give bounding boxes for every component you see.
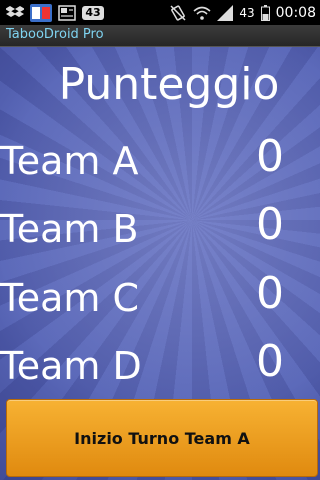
wifi-icon bbox=[193, 5, 211, 21]
app-title-bar: TabooDroid Pro bbox=[0, 25, 320, 47]
start-turn-label: Inizio Turno Team A bbox=[74, 428, 250, 448]
score-screen: Punteggio Team A 0 Team B 0 Team C 0 Tea… bbox=[0, 47, 320, 480]
notification-count-badge: 43 bbox=[82, 5, 104, 20]
signal-icon bbox=[217, 4, 234, 21]
news-icon bbox=[58, 4, 76, 21]
team-name: Team C bbox=[0, 276, 140, 320]
team-name: Team B bbox=[0, 207, 139, 251]
team-score: 0 bbox=[256, 131, 284, 182]
battery-level-text: 43 bbox=[239, 5, 255, 20]
team-row-c: Team C 0 bbox=[0, 268, 320, 336]
team-row-b: Team B 0 bbox=[0, 199, 320, 267]
team-row-d: Team D 0 bbox=[0, 336, 320, 404]
status-bar: 43 43 00:08 bbox=[0, 0, 320, 25]
vibrate-icon bbox=[169, 4, 187, 22]
team-name: Team D bbox=[0, 344, 142, 388]
team-score: 0 bbox=[256, 268, 284, 319]
start-turn-button[interactable]: Inizio Turno Team A bbox=[6, 399, 318, 477]
dropbox-icon bbox=[6, 5, 24, 21]
app-title: TabooDroid Pro bbox=[6, 27, 104, 42]
app-icon bbox=[30, 3, 52, 22]
battery-icon bbox=[260, 4, 270, 21]
clock: 00:08 bbox=[275, 4, 316, 21]
page-title: Punteggio bbox=[58, 59, 280, 110]
team-score: 0 bbox=[256, 199, 284, 250]
team-name: Team A bbox=[0, 139, 139, 183]
team-row-a: Team A 0 bbox=[0, 131, 320, 199]
team-score: 0 bbox=[256, 336, 284, 387]
